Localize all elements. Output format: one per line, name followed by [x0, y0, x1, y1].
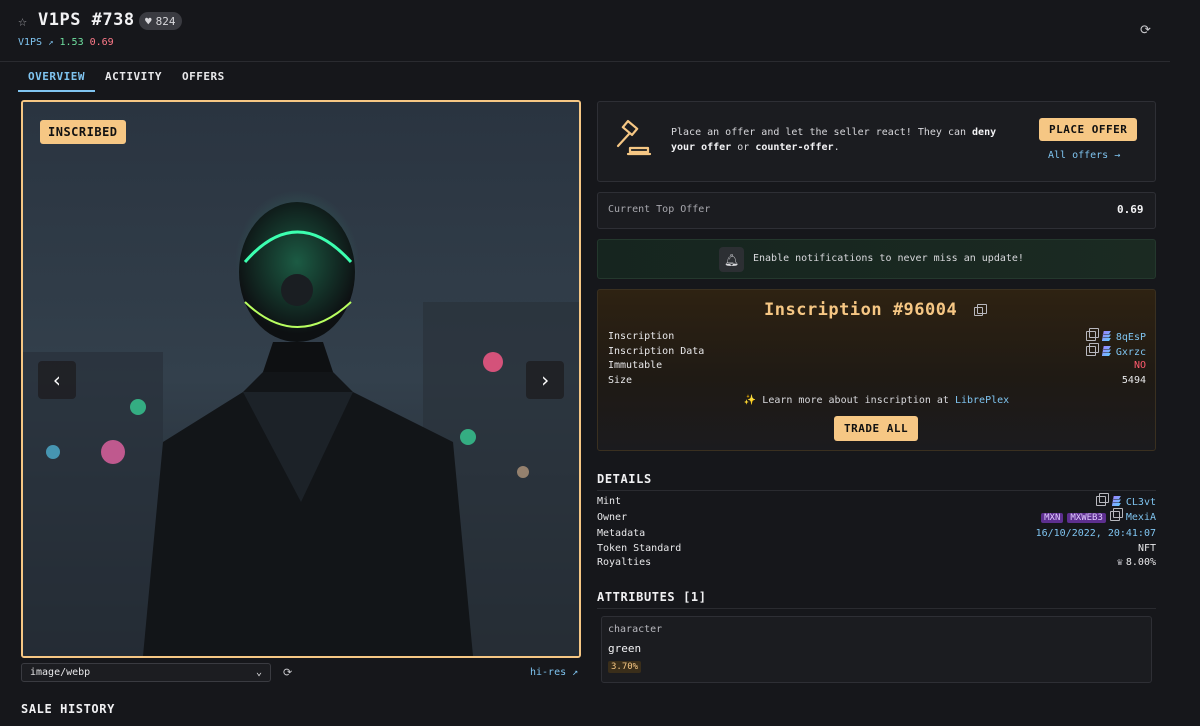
owner-tag-mxn[interactable]: MXN: [1041, 513, 1064, 523]
crown-icon: ♛: [1116, 557, 1123, 568]
gavel-icon: [616, 119, 652, 156]
copy-icon[interactable]: [1085, 328, 1099, 341]
inscription-label: Inscription: [608, 331, 675, 342]
solana-icon: [1111, 496, 1121, 506]
owner-label: Owner: [597, 512, 628, 523]
mint-label: Mint: [597, 496, 622, 507]
attribute-rarity: 3.70%: [608, 661, 642, 673]
learn-more-text: ✨ Learn more about inscription at: [743, 395, 955, 406]
likes-badge[interactable]: ♥ 824: [139, 12, 182, 30]
offer-text-3: .: [833, 142, 840, 153]
royalties-value: ♛ 8.00%: [1056, 557, 1156, 568]
refresh-media-icon[interactable]: ⟳: [283, 666, 292, 679]
external-link-icon: ↗: [572, 667, 579, 678]
all-offers-link[interactable]: All offers →: [1048, 150, 1120, 161]
offer-text-1: Place an offer and let the seller react!…: [671, 127, 973, 138]
page-title: V1PS #738: [38, 10, 135, 30]
bell-icon[interactable]: 🔔︎: [719, 247, 744, 272]
star-icon[interactable]: ☆: [18, 12, 27, 30]
collection-link[interactable]: V1PS: [18, 37, 42, 48]
divider: [597, 490, 1156, 491]
copy-icon[interactable]: [1109, 508, 1123, 521]
inscription-title-text: Inscription #96004: [764, 300, 958, 320]
royalties-text: 8.00%: [1125, 557, 1156, 568]
size-label: Size: [608, 375, 633, 386]
trade-all-button[interactable]: TRADE ALL: [834, 416, 919, 441]
owner-value: MXN MXWEB3 MexiA: [976, 508, 1156, 523]
libreplex-link[interactable]: LibrePlex: [955, 395, 1009, 406]
offer-text-2: or: [731, 142, 756, 153]
format-select[interactable]: image/webp ⌄: [21, 663, 271, 682]
offer-text-counter: counter-offer: [755, 142, 834, 153]
solana-icon: [1101, 346, 1111, 356]
next-image-button[interactable]: ›: [526, 361, 564, 399]
tab-bar: OVERVIEW ACTIVITY OFFERS: [18, 66, 235, 92]
inscription-data-value: Gxrzc: [1060, 343, 1146, 358]
token-standard-label: Token Standard: [597, 543, 682, 554]
top-offer-label: Current Top Offer: [608, 204, 711, 215]
immutable-value: NO: [1133, 360, 1146, 371]
metadata-value[interactable]: 16/10/2022, 20:41:07: [996, 528, 1156, 539]
format-value: image/webp: [30, 667, 91, 678]
refresh-icon[interactable]: ⟳: [1140, 23, 1151, 38]
token-standard-value: NFT: [1137, 543, 1156, 554]
hires-label: hi-res: [530, 667, 567, 678]
solana-icon: [1101, 331, 1111, 341]
details-title: DETAILS: [597, 472, 652, 486]
attributes-title: ATTRIBUTES [1]: [597, 590, 707, 604]
chevron-down-icon: ⌄: [255, 667, 262, 678]
inscription-link[interactable]: 8qEsP: [1116, 332, 1146, 343]
copy-icon[interactable]: [1085, 343, 1099, 356]
last-price: 0.69: [89, 37, 114, 48]
copy-icon[interactable]: [1095, 493, 1109, 506]
collection-info: V1PS ↗ 1.53 0.69: [18, 37, 114, 48]
heart-icon: ♥: [145, 14, 152, 28]
top-offer-value: 0.69: [1117, 203, 1144, 216]
notification-text: Enable notifications to never miss an up…: [753, 253, 1024, 264]
divider: [597, 608, 1156, 609]
immutable-label: Immutable: [608, 360, 663, 371]
nft-image: [21, 100, 581, 658]
external-link-icon[interactable]: ↗: [48, 38, 53, 48]
learn-more: ✨ Learn more about inscription at LibreP…: [597, 395, 1156, 406]
sale-history-title: SALE HISTORY: [21, 702, 115, 716]
inscription-title: Inscription #96004: [597, 300, 1156, 320]
place-offer-button[interactable]: PLACE OFFER: [1039, 118, 1138, 141]
owner-tag-mxweb3[interactable]: MXWEB3: [1067, 513, 1106, 523]
chevron-right-icon: ›: [538, 368, 552, 392]
tab-activity[interactable]: ACTIVITY: [95, 66, 172, 92]
attribute-card[interactable]: [601, 616, 1152, 683]
item-header: [0, 0, 1170, 62]
prev-image-button[interactable]: ‹: [38, 361, 76, 399]
tab-overview[interactable]: OVERVIEW: [18, 66, 95, 92]
tab-offers[interactable]: OFFERS: [172, 66, 235, 92]
mint-value: CL3vt: [1056, 493, 1156, 508]
likes-count: 824: [155, 14, 176, 28]
metadata-label: Metadata: [597, 528, 646, 539]
size-value: 5494: [1121, 375, 1146, 386]
royalties-label: Royalties: [597, 557, 652, 568]
copy-icon[interactable]: [973, 304, 987, 316]
hires-link[interactable]: hi-res ↗: [530, 667, 578, 678]
inscription-data-link[interactable]: Gxrzc: [1116, 347, 1146, 358]
inscription-data-label: Inscription Data: [608, 346, 705, 357]
floor-price: 1.53: [59, 37, 84, 48]
mint-link[interactable]: CL3vt: [1126, 497, 1156, 508]
attribute-type: character: [608, 624, 663, 635]
owner-link[interactable]: MexiA: [1126, 512, 1156, 523]
chevron-left-icon: ‹: [50, 368, 64, 392]
inscribed-badge: INSCRIBED: [40, 120, 126, 144]
attribute-value: green: [608, 642, 642, 655]
offer-description: Place an offer and let the seller react!…: [671, 125, 1021, 155]
inscription-value: 8qEsP: [1060, 328, 1146, 343]
